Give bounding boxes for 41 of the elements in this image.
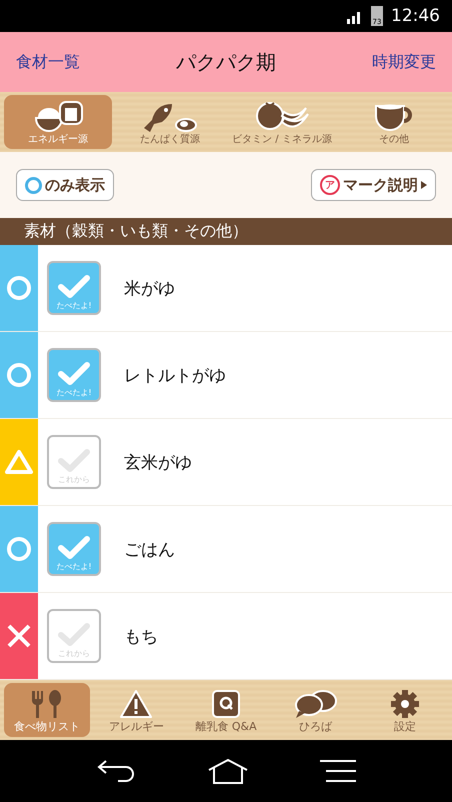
fork-spoon-icon [30, 689, 64, 719]
rice-bread-icon [32, 100, 84, 132]
category-tab[interactable]: エネルギー源 [4, 95, 112, 149]
check-icon [57, 622, 91, 648]
nav-tab[interactable]: 離乳食 Q&A [183, 683, 269, 737]
circle-mark-icon [6, 275, 32, 301]
settings-icon [390, 689, 420, 719]
food-name: レトルトがゆ [124, 364, 226, 386]
circle-mark-icon [6, 362, 32, 388]
change-period-link[interactable]: 時期変更 [372, 52, 436, 72]
food-name: もち [124, 626, 158, 648]
nav-tab[interactable]: 設定 [362, 683, 448, 737]
clock: 12:46 [391, 6, 440, 26]
check-icon [57, 361, 91, 387]
section-header: 素材（穀類・いも類・その他） [0, 218, 452, 245]
category-tab[interactable]: たんぱく質源 [116, 95, 224, 149]
food-name: 玄米がゆ [124, 452, 192, 474]
legend-button[interactable]: ア マーク説明 [311, 169, 436, 201]
ingredient-list-link[interactable]: 食材一覧 [16, 52, 80, 72]
triangle-mark-icon [5, 449, 33, 475]
speech-bubbles-icon [292, 689, 339, 719]
tomato-banana-icon [254, 100, 310, 132]
home-icon[interactable] [206, 758, 249, 784]
check-icon [57, 448, 91, 474]
nav-tab[interactable]: ひろば [272, 683, 358, 737]
cross-mark-icon [6, 623, 32, 649]
category-tab[interactable]: その他 [340, 95, 448, 149]
check-icon [57, 274, 91, 300]
nav-tab[interactable]: 食べ物リスト [4, 683, 90, 737]
category-tab[interactable]: ビタミン / ミネラル源 [228, 95, 336, 149]
menu-icon[interactable] [320, 759, 356, 783]
filter-button[interactable]: のみ表示 [16, 169, 114, 201]
food-name: 米がゆ [124, 278, 175, 300]
nav-tab[interactable]: アレルギー [94, 683, 180, 737]
warning-icon [119, 689, 154, 719]
food-name: ごはん [124, 538, 175, 560]
check-icon [57, 535, 91, 561]
screen-title: パクパク期 [176, 48, 276, 76]
back-icon[interactable] [96, 759, 136, 783]
circle-mark-icon [6, 536, 32, 562]
q-card-icon [210, 689, 241, 719]
